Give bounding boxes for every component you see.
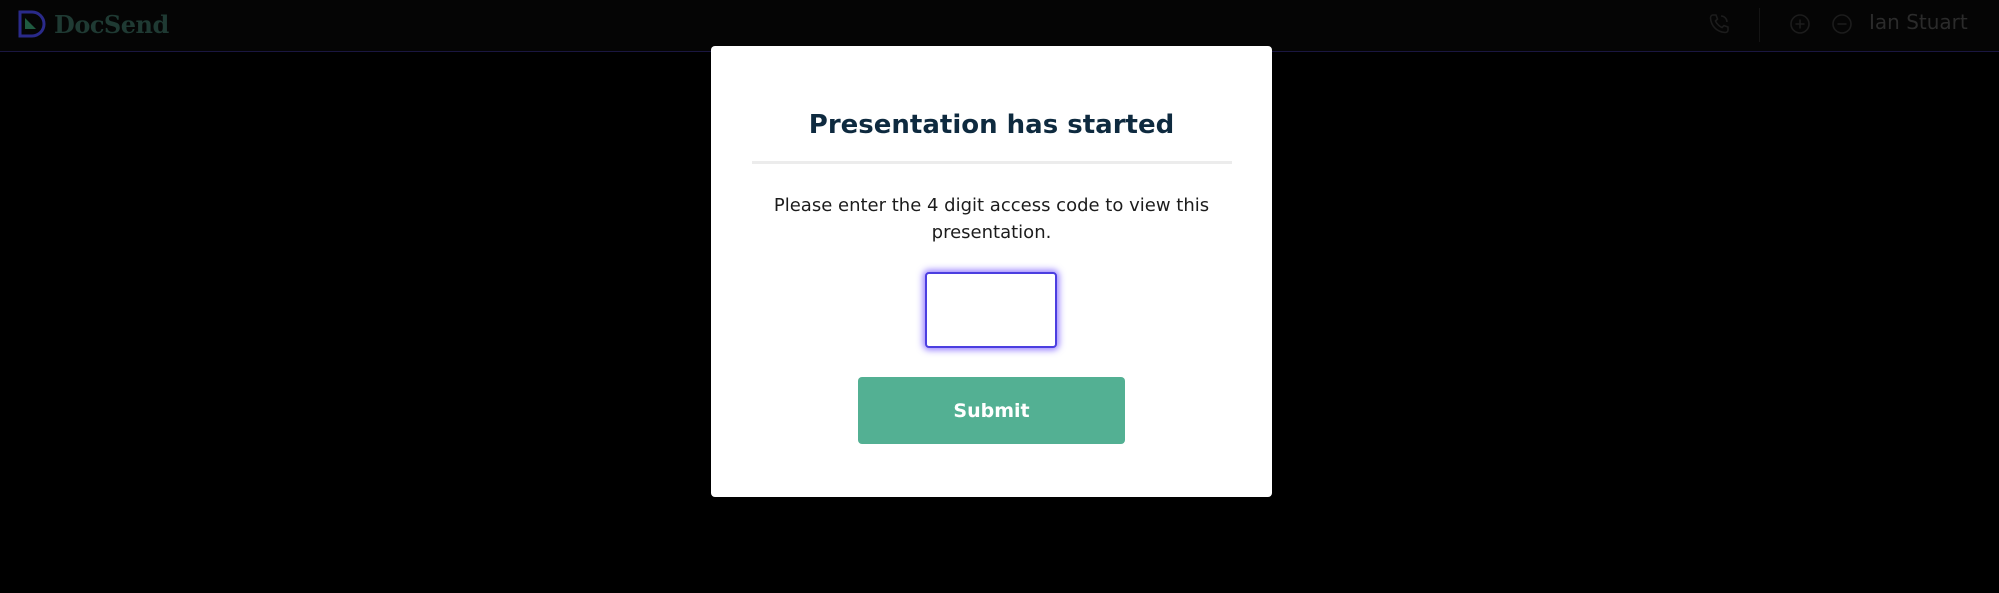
phone-icon[interactable] [1707,12,1731,36]
zoom-out-icon[interactable] [1830,12,1854,36]
zoom-in-icon[interactable] [1788,12,1812,36]
header-divider [1759,8,1760,42]
submit-button[interactable]: Submit [858,377,1125,444]
top-bar: DocSend Ian Stuart [0,0,1999,52]
modal-divider [752,161,1232,164]
access-code-input[interactable] [925,272,1057,348]
modal-title: Presentation has started [808,110,1175,140]
modal-message: Please enter the 4 digit access code to … [773,195,1210,243]
access-code-modal: Presentation has started Please enter th… [711,46,1272,497]
logo-text: DocSend [54,9,169,39]
user-name[interactable]: Ian Stuart [1869,10,1968,34]
docsend-logo-icon [18,10,46,38]
docsend-logo[interactable]: DocSend [16,6,169,42]
